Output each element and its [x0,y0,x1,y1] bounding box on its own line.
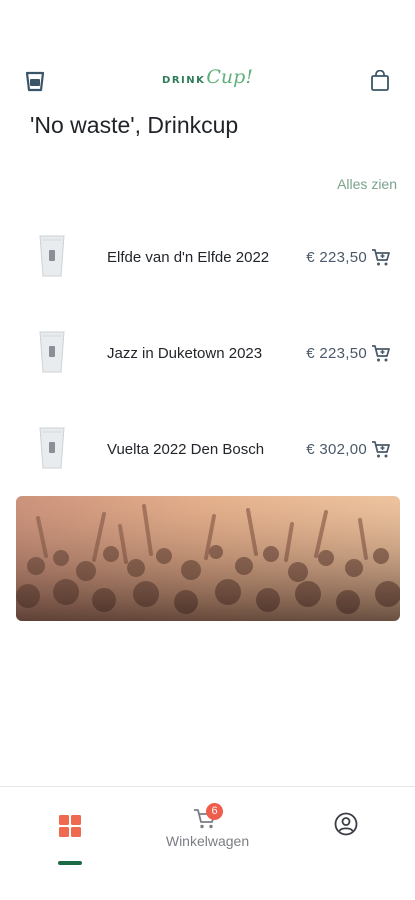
cart-tab[interactable]: 6 Winkelwagen [150,803,265,853]
account-circle-icon[interactable] [334,812,358,836]
see-all-link[interactable]: Alles zien [337,176,397,192]
product-item[interactable]: Vuelta 2022 Den Bosch € 302,00 [0,414,415,484]
product-name: Elfde van d'n Elfde 2022 [107,248,270,266]
product-cup-image [39,235,65,277]
active-tab-indicator [58,861,82,865]
product-item[interactable]: Jazz in Duketown 2023 € 223,50 [0,318,415,388]
cup-icon[interactable] [20,66,50,96]
product-price: € 223,50 [306,344,367,362]
app-header: DRINK Cup! [0,62,415,102]
add-to-cart-icon[interactable] [371,343,391,363]
logo-cup-text: Cup! [206,66,253,88]
brand-logo: DRINK Cup! [162,66,253,88]
cart-count-badge: 6 [206,803,223,820]
concert-crowd-banner[interactable] [16,496,400,621]
concert-crowd-image [16,496,400,621]
logo-drink-text: DRINK [162,75,206,86]
product-cup-image [39,331,65,373]
product-item[interactable]: Elfde van d'n Elfde 2022 € 223,50 [0,222,415,292]
bottom-navigation: 6 Winkelwagen [0,786,415,900]
product-price: € 302,00 [306,440,367,458]
product-price: € 223,50 [306,248,367,266]
product-cup-image [39,427,65,469]
product-name: Vuelta 2022 Den Bosch [107,440,265,458]
grid-icon[interactable] [58,814,82,838]
add-to-cart-icon[interactable] [371,439,391,459]
cart-tab-label: Winkelwagen [165,833,250,849]
shopping-bag-icon[interactable] [365,66,395,96]
add-to-cart-icon[interactable] [371,247,391,267]
product-name: Jazz in Duketown 2023 [107,344,263,362]
page-title: 'No waste', Drinkcup [30,112,239,138]
